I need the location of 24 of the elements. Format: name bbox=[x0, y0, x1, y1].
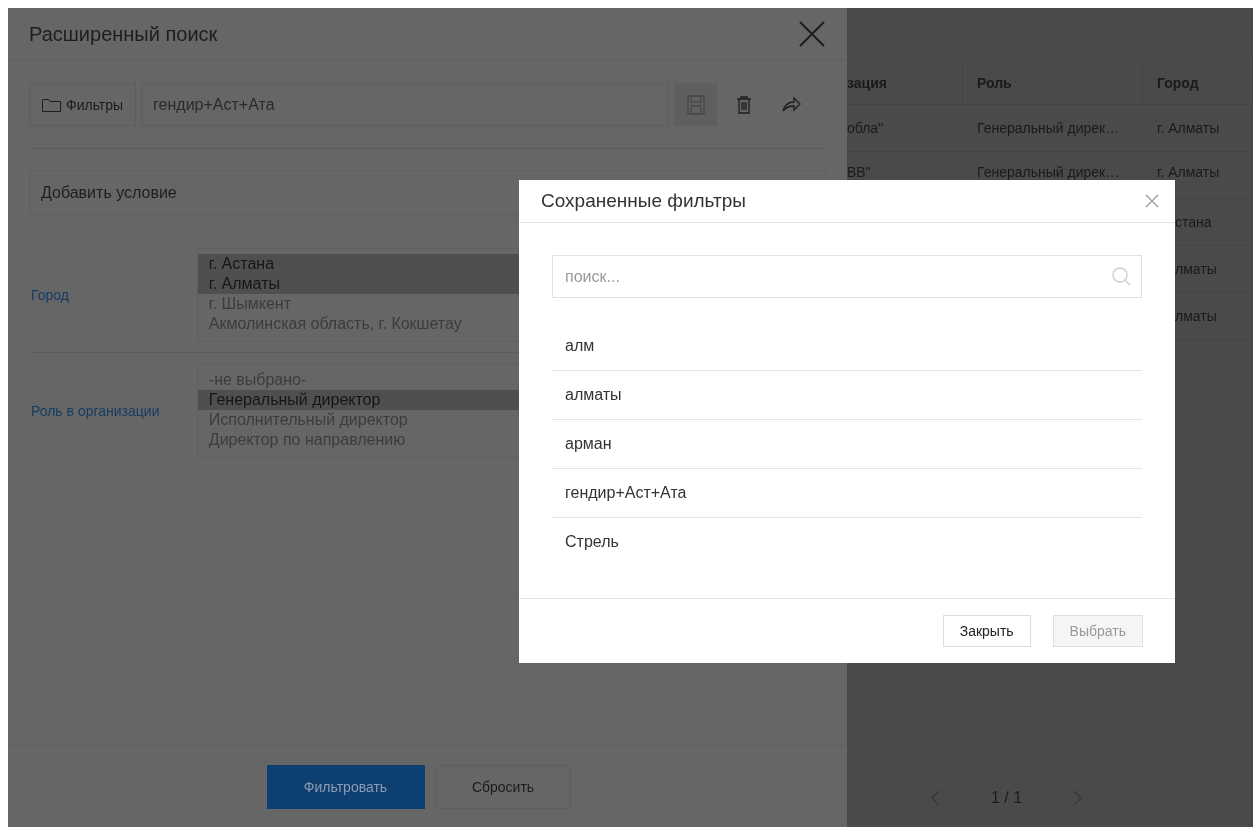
saved-filter-item[interactable]: гендир+Аст+Ата bbox=[552, 469, 1142, 518]
trash-icon bbox=[735, 95, 752, 114]
search-icon bbox=[1112, 267, 1131, 286]
filters-button[interactable]: Фильтры bbox=[29, 83, 137, 126]
saved-filter-item[interactable]: арман bbox=[552, 420, 1142, 469]
reset-button[interactable]: Сбросить bbox=[435, 764, 571, 809]
dialog-title: Расширенный поиск bbox=[29, 22, 218, 46]
save-button[interactable] bbox=[674, 83, 718, 126]
folder-icon bbox=[42, 97, 61, 112]
close-dialog-button[interactable]: Закрыть bbox=[942, 615, 1031, 647]
share-arrow-icon bbox=[782, 96, 802, 113]
close-icon bbox=[1145, 194, 1159, 208]
close-button[interactable] bbox=[797, 19, 827, 49]
search-field[interactable]: поиск... bbox=[552, 255, 1142, 298]
close-button[interactable] bbox=[1145, 194, 1159, 208]
dialog-title: Сохраненные фильтры bbox=[541, 190, 746, 212]
saved-filter-item[interactable]: алм bbox=[552, 322, 1142, 371]
close-icon bbox=[798, 20, 826, 48]
condition-label: Роль в организации bbox=[30, 403, 161, 419]
condition-label: Город bbox=[30, 287, 70, 303]
filter-name-field[interactable]: гендир+Аст+Ата bbox=[141, 83, 670, 126]
saved-filter-item[interactable]: алматы bbox=[552, 371, 1142, 420]
saved-filter-item[interactable]: Стрель bbox=[552, 518, 1142, 566]
filter-button[interactable]: Фильтровать bbox=[266, 764, 425, 809]
